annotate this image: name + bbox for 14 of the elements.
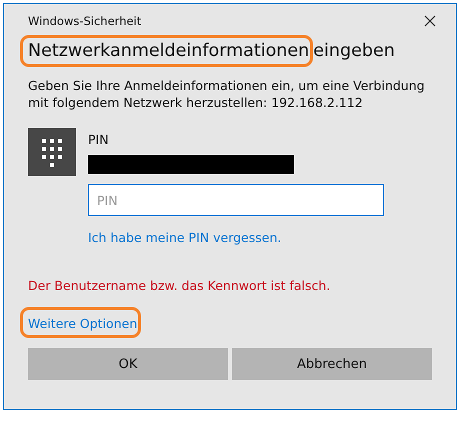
dialog-button[interactable]: OK <box>28 348 228 380</box>
close-button[interactable] <box>422 13 438 29</box>
error-message: Der Benutzername bzw. das Kennwort ist falsch. <box>28 278 332 293</box>
window-title: Windows-Sicherheit <box>28 14 142 28</box>
heading-text: Netzwerkanmeldeinformationen <box>28 41 310 61</box>
forgot-pin-link[interactable]: Ich habe meine PIN vergessen. <box>88 230 384 245</box>
close-icon <box>424 15 436 27</box>
keypad-icon <box>28 128 76 176</box>
heading-text: eingeben <box>313 41 395 61</box>
dialog-button[interactable]: Abbrechen <box>232 348 432 380</box>
more-options-link[interactable]: Weitere Optionen <box>28 316 138 331</box>
description-text: Geben Sie Ihre Anmeldeinformationen ein, um eine Verbindung mit folgendem Netzwerk herzustellen: 192.168.2.112 <box>28 77 426 111</box>
credential-label: PIN <box>88 132 110 147</box>
pin-field[interactable]: PIN <box>88 184 384 216</box>
